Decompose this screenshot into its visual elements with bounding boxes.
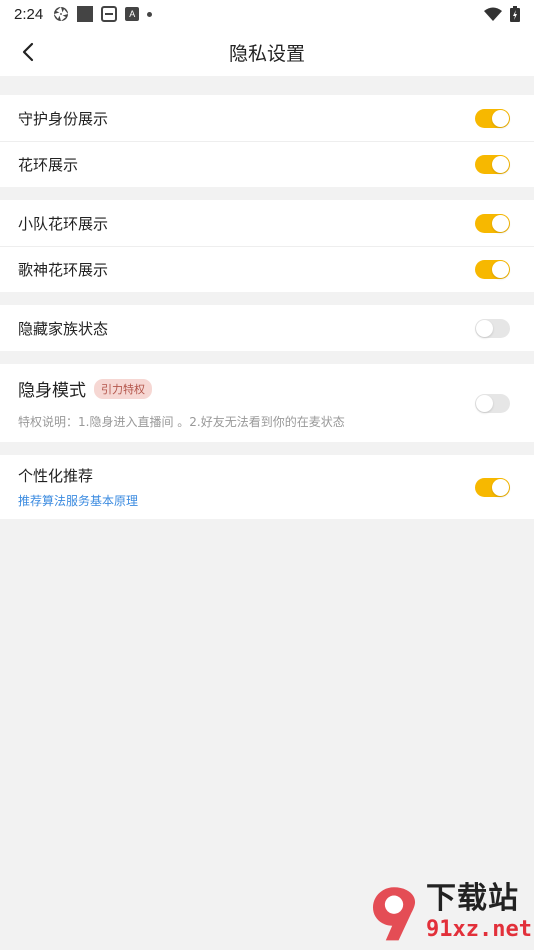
stealth-title: 隐身模式 — [18, 381, 86, 401]
more-notifications-dot-icon — [147, 11, 153, 17]
settings-group-team: 小队花环展示 歌神花环展示 — [0, 200, 534, 292]
team-garland-toggle[interactable] — [475, 213, 510, 233]
site-watermark: 下载站 91xz.net — [362, 876, 532, 948]
toggle-knob — [492, 214, 509, 232]
toggle-knob — [476, 394, 493, 412]
status-time: 2:24 — [14, 5, 44, 23]
setting-row-guard-identity: 守护身份展示 — [0, 95, 534, 141]
battery-icon — [510, 6, 520, 22]
guard-identity-toggle[interactable] — [475, 108, 510, 128]
setting-row-personalized-recommend: 个性化推荐 推荐算法服务基本原理 — [0, 455, 534, 519]
garland-toggle[interactable] — [475, 155, 510, 174]
watermark-title: 下载站 — [426, 881, 520, 916]
status-bar: 2:24 A — [0, 0, 534, 28]
chevron-left-icon — [22, 42, 34, 62]
nav-header: 隐私设置 — [0, 28, 534, 76]
setting-label: 歌神花环展示 — [18, 261, 109, 279]
watermark-logo-icon — [372, 887, 416, 941]
square-notification-icon — [77, 6, 94, 22]
setting-label: 守护身份展示 — [18, 109, 109, 128]
settings-group-family: 隐藏家族状态 — [0, 305, 534, 351]
stealth-text: 隐身模式 引力特权 特权说明：1.隐身进入直播间 。2.好友无法看到你的在麦状态 — [18, 376, 345, 430]
app-notification-icon — [101, 6, 118, 22]
status-notification-icons: A — [53, 6, 153, 22]
setting-row-stealth-mode: 隐身模式 引力特权 特权说明：1.隐身进入直播间 。2.好友无法看到你的在麦状态 — [0, 364, 534, 442]
setting-row-garland: 花环展示 — [0, 141, 534, 187]
toggle-knob — [476, 319, 493, 337]
setting-row-singer-garland: 歌神花环展示 — [0, 246, 534, 292]
back-button[interactable] — [14, 38, 42, 66]
singer-garland-toggle[interactable] — [475, 260, 510, 279]
setting-row-team-garland: 小队花环展示 — [0, 200, 534, 246]
page-title: 隐私设置 — [228, 42, 305, 65]
hide-family-toggle[interactable] — [475, 318, 510, 338]
algorithm-principle-link[interactable]: 推荐算法服务基本原理 — [18, 492, 138, 509]
setting-label: 隐藏家族状态 — [18, 319, 109, 338]
setting-row-hide-family: 隐藏家族状态 — [0, 305, 534, 351]
a-app-icon: A — [125, 7, 140, 21]
setting-label: 花环展示 — [18, 156, 79, 174]
setting-label: 小队花环展示 — [18, 214, 109, 233]
wifi-icon — [484, 7, 502, 21]
toggle-knob — [492, 109, 509, 127]
toggle-knob — [492, 261, 509, 278]
personalized-recommend-toggle[interactable] — [475, 477, 510, 497]
aperture-icon — [54, 7, 69, 21]
privilege-badge: 引力特权 — [94, 378, 152, 399]
status-system-icons — [484, 6, 520, 22]
toggle-knob — [492, 478, 509, 496]
watermark-url: 91xz.net — [426, 917, 532, 942]
personal-text: 个性化推荐 推荐算法服务基本原理 — [18, 465, 138, 509]
watermark-text: 下载站 91xz.net — [426, 881, 532, 943]
stealth-mode-toggle[interactable] — [475, 393, 510, 413]
personal-title: 个性化推荐 — [18, 467, 94, 485]
toggle-knob — [492, 156, 509, 173]
stealth-title-line: 隐身模式 引力特权 — [18, 376, 345, 401]
settings-group-display: 守护身份展示 花环展示 — [0, 95, 534, 187]
stealth-description: 特权说明：1.隐身进入直播间 。2.好友无法看到你的在麦状态 — [18, 415, 345, 429]
